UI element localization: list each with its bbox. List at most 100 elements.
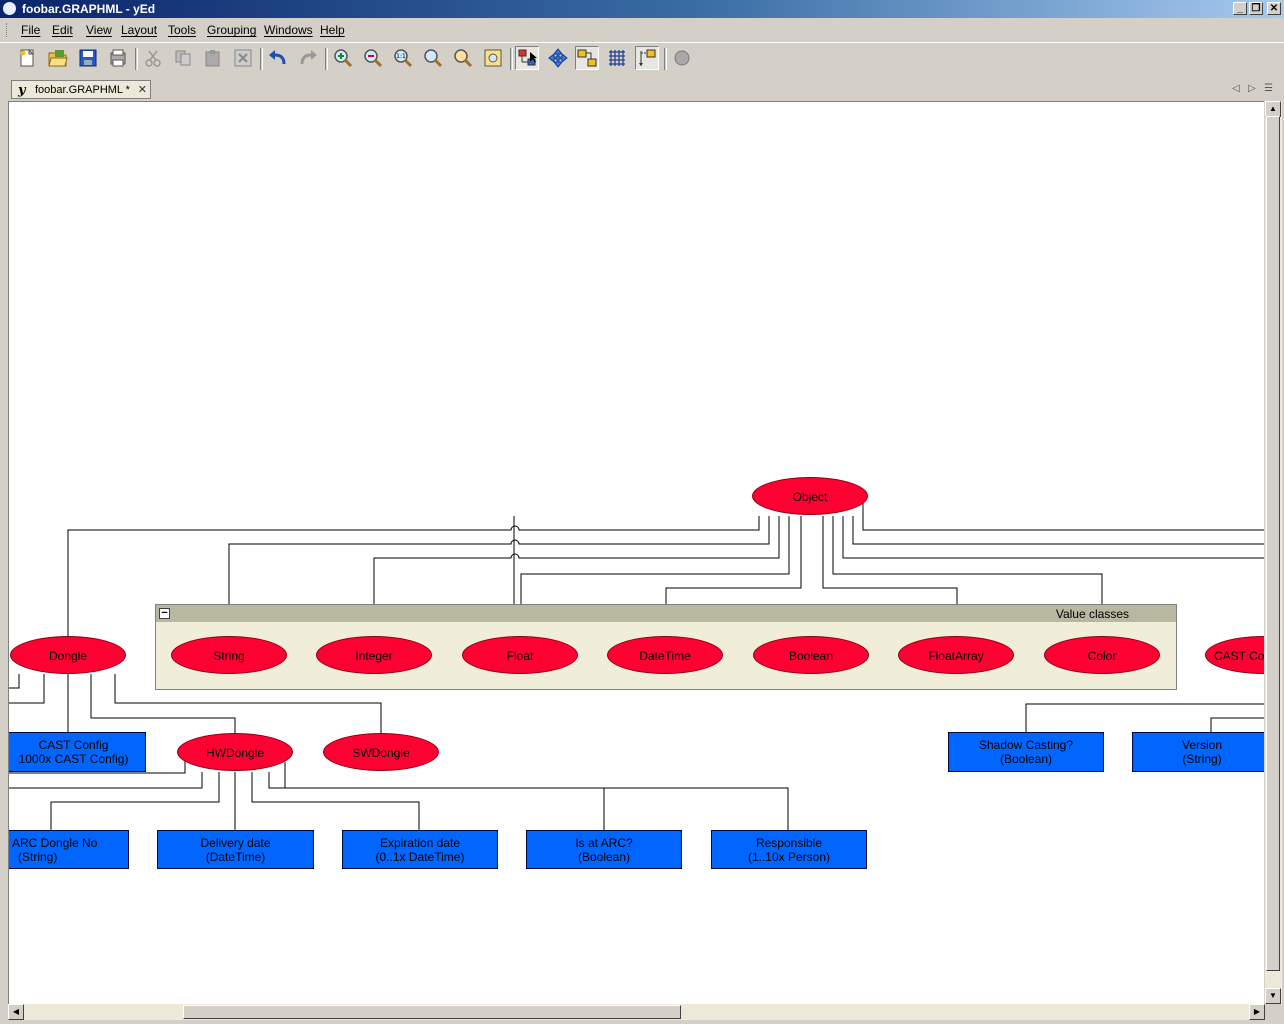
horizontal-scrollbar[interactable]: ◀ ▶ — [8, 1004, 1265, 1020]
property-type: (String) — [1182, 752, 1222, 766]
node-label: Integer — [355, 649, 393, 663]
class-node-datetime[interactable]: DateTime — [607, 636, 723, 674]
node-label: HWDongle — [205, 746, 265, 760]
menu-grip — [6, 23, 9, 37]
delete-icon[interactable] — [231, 46, 255, 70]
property-node-arc-dongle-no[interactable]: ARC Dongle No (String) — [9, 830, 129, 869]
zoom-selection-icon[interactable] — [451, 46, 475, 70]
node-label: SWDongle — [352, 746, 410, 760]
menu-windows[interactable]: Windows — [264, 23, 313, 37]
node-label: Color — [1087, 649, 1117, 663]
class-node-hwdongle[interactable]: HWDongle — [177, 733, 293, 771]
collapse-icon[interactable]: − — [159, 608, 170, 619]
tab-label: foobar.GRAPHML * — [35, 84, 130, 96]
property-node-version[interactable]: Version (String) — [1132, 732, 1264, 772]
property-type: (Boolean) — [999, 752, 1053, 766]
export-icon[interactable] — [106, 46, 130, 70]
menu-view[interactable]: View — [86, 23, 112, 37]
property-name: Responsible — [755, 836, 823, 850]
property-node-is-at-arc[interactable]: Is at ARC? (Boolean) — [526, 830, 682, 869]
menu-tools[interactable]: Tools — [168, 23, 196, 37]
open-folder-icon[interactable] — [46, 46, 70, 70]
minimize-button[interactable]: _ — [1233, 2, 1247, 15]
zoom-in-icon[interactable] — [331, 46, 355, 70]
class-node-object[interactable]: Object — [752, 477, 868, 515]
app-icon — [3, 2, 16, 15]
tab-foobar-graphml[interactable]: y foobar.GRAPHML * ✕ — [11, 80, 151, 99]
property-name: Expiration date — [379, 836, 461, 850]
fit-content-icon[interactable] — [481, 46, 505, 70]
node-label: Boolean — [788, 649, 834, 663]
vertical-scrollbar[interactable]: ▲ ▼ — [1265, 101, 1282, 1004]
class-node-dongle[interactable]: Dongle — [10, 636, 126, 674]
scroll-right-icon[interactable]: ▶ — [1249, 1004, 1265, 1020]
scroll-up-icon[interactable]: ▲ — [1265, 101, 1281, 117]
property-name: CAST Config — [38, 738, 109, 752]
menu-help[interactable]: Help — [320, 23, 345, 37]
property-node-responsible[interactable]: Responsible (1..10x Person) — [711, 830, 867, 869]
title-bar: foobar.GRAPHML - yEd _ ❐ ✕ — [0, 0, 1284, 18]
property-name: Is at ARC? — [575, 836, 633, 850]
property-name: Delivery date — [200, 836, 271, 850]
restore-button[interactable]: ❐ — [1249, 2, 1263, 15]
menu-file[interactable]: File — [21, 23, 40, 37]
window-title: foobar.GRAPHML - yEd — [22, 2, 156, 16]
horizontal-scroll-thumb[interactable] — [183, 1005, 681, 1019]
property-type: (1..10x Person) — [747, 850, 831, 864]
class-node-boolean[interactable]: Boolean — [753, 636, 869, 674]
node-label: FloatArray — [928, 649, 984, 663]
tab-list-icon[interactable]: ☰ — [1264, 83, 1273, 94]
hierarchy-icon[interactable] — [670, 46, 694, 70]
graph-canvas[interactable]: Object − Value classes String Integer Fl… — [8, 101, 1264, 1004]
grid-icon[interactable] — [605, 46, 629, 70]
copy-icon[interactable] — [171, 46, 195, 70]
property-type: (DateTime) — [205, 850, 266, 864]
menu-edit[interactable]: Edit — [52, 23, 73, 37]
document-tab-bar: y foobar.GRAPHML * ✕ ◁ ▷ ☰ — [0, 78, 1284, 100]
zoom-area-icon[interactable] — [421, 46, 445, 70]
group-header: − Value classes — [156, 605, 1176, 622]
snapping-icon[interactable] — [635, 46, 659, 70]
property-name: Shadow Casting? — [978, 738, 1074, 752]
class-node-color[interactable]: Color — [1044, 636, 1160, 674]
scroll-down-icon[interactable]: ▼ — [1265, 988, 1281, 1004]
property-type: 1000x CAST Config) — [18, 752, 129, 766]
vertical-scroll-thumb[interactable] — [1266, 116, 1280, 971]
property-node-delivery-date[interactable]: Delivery date (DateTime) — [157, 830, 314, 869]
zoom-actual-size-icon[interactable]: 1:1 — [391, 46, 415, 70]
save-icon[interactable] — [76, 46, 100, 70]
menu-layout[interactable]: Layout — [121, 23, 157, 37]
cut-icon[interactable] — [141, 46, 165, 70]
tab-prev-icon[interactable]: ◁ — [1232, 83, 1240, 94]
property-node-expiration-date[interactable]: Expiration date (0..1x DateTime) — [342, 830, 498, 869]
property-name: Version — [1181, 738, 1223, 752]
node-label: Object — [792, 490, 828, 504]
navigate-mode-icon[interactable] — [546, 46, 570, 70]
class-node-integer[interactable]: Integer — [316, 636, 432, 674]
menu-grouping[interactable]: Grouping — [207, 23, 256, 37]
class-node-swdongle[interactable]: SWDongle — [323, 733, 439, 771]
edit-mode-icon[interactable] — [515, 46, 539, 70]
property-node-cast-config[interactable]: CAST Config 1000x CAST Config) — [9, 732, 146, 772]
class-node-string[interactable]: String — [171, 636, 287, 674]
group-label: Value classes — [1055, 607, 1129, 621]
property-type: (Boolean) — [577, 850, 631, 864]
property-name: ARC Dongle No — [12, 836, 98, 850]
redo-icon[interactable] — [296, 46, 320, 70]
class-node-floatarray[interactable]: FloatArray — [898, 636, 1014, 674]
property-type: (String) — [18, 850, 58, 864]
orthogonal-edges-icon[interactable] — [575, 46, 599, 70]
scroll-left-icon[interactable]: ◀ — [8, 1004, 24, 1020]
paste-icon[interactable] — [201, 46, 225, 70]
zoom-out-icon[interactable] — [361, 46, 385, 70]
new-document-icon[interactable] — [15, 46, 39, 70]
undo-icon[interactable] — [266, 46, 290, 70]
class-node-float[interactable]: Float — [462, 636, 578, 674]
close-button[interactable]: ✕ — [1267, 2, 1281, 15]
property-type: (0..1x DateTime) — [375, 850, 465, 864]
property-node-shadow-casting[interactable]: Shadow Casting? (Boolean) — [948, 732, 1104, 772]
tab-next-icon[interactable]: ▷ — [1248, 83, 1256, 94]
tab-close-icon[interactable]: ✕ — [138, 83, 147, 96]
menu-bar: File Edit View Layout Tools Grouping Win… — [0, 19, 1284, 41]
node-label: DateTime — [639, 649, 691, 663]
